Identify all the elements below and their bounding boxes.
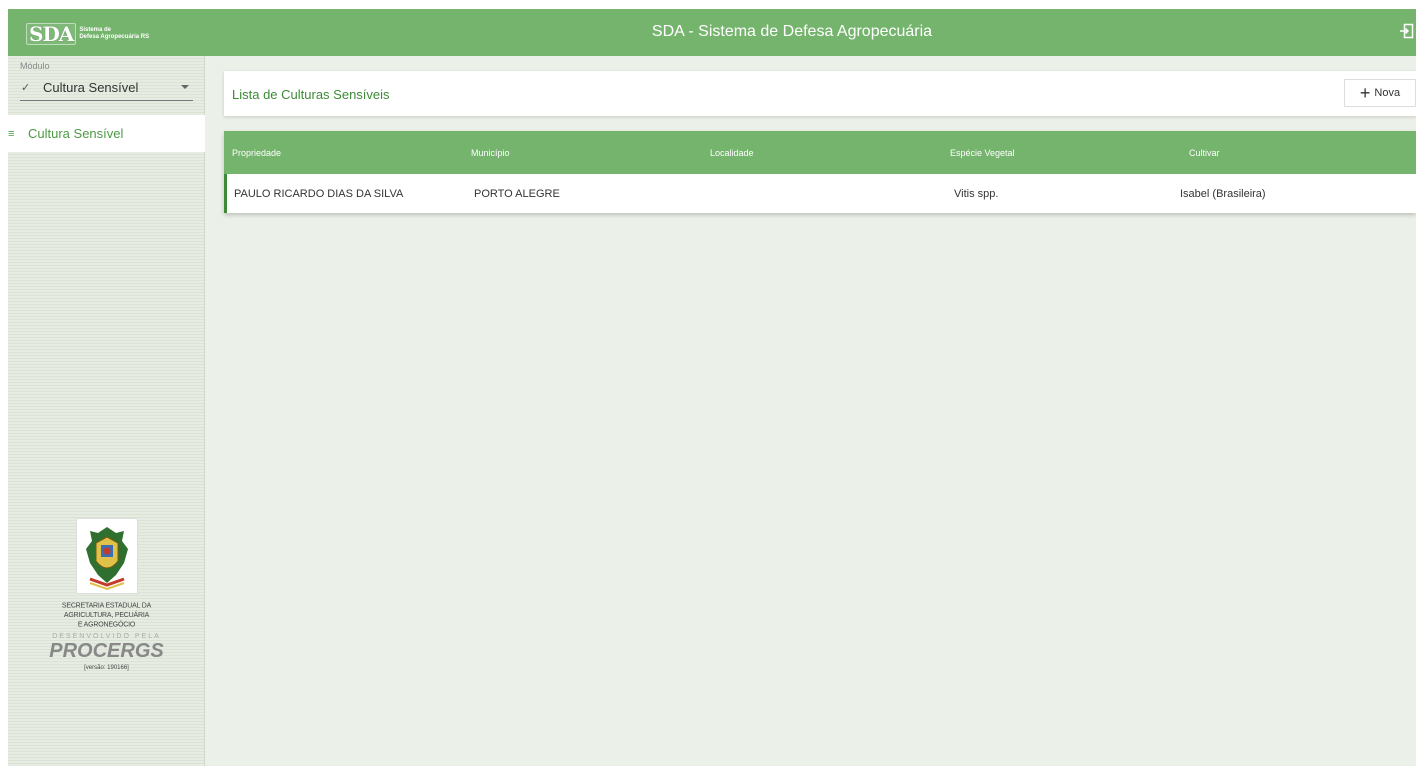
column-header-cultivar[interactable]: Cultivar [1189, 148, 1220, 158]
cell-propriedade: PAULO RICARDO DIAS DA SILVA [234, 188, 404, 200]
check-icon: ✓ [21, 82, 31, 94]
list-header-card: Lista de Culturas Sensíveis + Nova [224, 71, 1416, 116]
sidebar-item-label: Cultura Sensível [28, 126, 124, 141]
version-text: [versão: 190166] [84, 665, 129, 671]
secretaria-line3: E AGRONEGÓCIO [77, 621, 136, 629]
secretaria-line2: AGRICULTURA, PECUÁRIA [63, 611, 150, 620]
plus-icon: + [1359, 83, 1371, 103]
module-value: Cultura Sensível [43, 80, 139, 95]
developed-by: DESENVOLVIDO PELA [52, 633, 161, 640]
module-select[interactable]: ✓ Cultura Sensível [20, 75, 193, 101]
culturas-table: Propriedade Município Localidade Espécie… [224, 131, 1416, 213]
table-row[interactable]: PAULO RICARDO DIAS DA SILVA PORTO ALEGRE… [224, 174, 1416, 213]
app-title: SDA - Sistema de Defesa Agropecuária [651, 23, 933, 40]
column-header-localidade[interactable]: Localidade [710, 148, 754, 158]
new-button-label: Nova [1374, 87, 1401, 99]
sidebar: Módulo ✓ Cultura Sensível ≡ Cultura Sens… [8, 56, 205, 766]
list-icon: ≡ [8, 127, 15, 140]
sidebar-item-cultura-sensivel[interactable]: ≡ Cultura Sensível [8, 115, 205, 152]
cell-especie-vegetal: Vitis spp. [954, 188, 999, 200]
list-title: Lista de Culturas Sensíveis [232, 87, 390, 102]
new-button[interactable]: + Nova [1344, 79, 1416, 107]
cell-cultivar: Isabel (Brasileira) [1180, 188, 1266, 200]
procergs-logo: PROCERGS [49, 640, 164, 662]
rs-coat-of-arms [75, 518, 138, 594]
column-header-municipio[interactable]: Município [471, 148, 510, 158]
sidebar-footer: SECRETARIA ESTADUAL DA AGRICULTURA, PECU… [8, 518, 205, 671]
module-label: Módulo [20, 61, 50, 71]
app-frame: SDA Sistema de Defesa Agropecuária RS SD… [8, 9, 1416, 766]
chevron-down-icon [181, 85, 189, 89]
cell-municipio: PORTO ALEGRE [474, 188, 560, 200]
column-header-propriedade[interactable]: Propriedade [232, 148, 281, 158]
table-header: Propriedade Município Localidade Espécie… [224, 131, 1416, 174]
secretaria-line1: SECRETARIA ESTADUAL DA [61, 602, 152, 610]
column-header-especie-vegetal[interactable]: Espécie Vegetal [950, 148, 1015, 158]
top-bar: SDA Sistema de Defesa Agropecuária RS SD… [8, 9, 1416, 56]
logout-icon[interactable] [1400, 22, 1416, 42]
secretaria-name: SECRETARIA ESTADUAL DA AGRICULTURA, PECU… [8, 601, 205, 629]
